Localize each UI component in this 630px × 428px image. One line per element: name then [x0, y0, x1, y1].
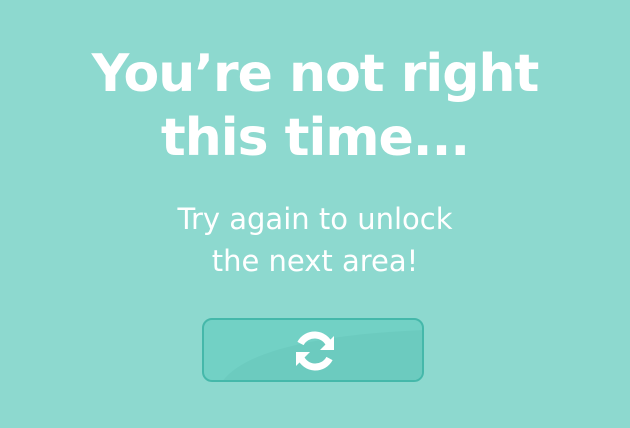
refresh-icon [296, 331, 334, 371]
result-title-line-1: You’re not right [91, 44, 540, 104]
result-message-line-1: Try again to unlock [177, 202, 453, 236]
retry-button[interactable] [202, 318, 424, 382]
result-title-line-2: this time... [160, 108, 470, 168]
result-message: Try again to unlock the next area! [0, 198, 630, 282]
result-title: You’re not right this time... [0, 42, 630, 170]
result-message-line-2: the next area! [211, 244, 419, 278]
feedback-screen: You’re not right this time... Try again … [0, 0, 630, 428]
